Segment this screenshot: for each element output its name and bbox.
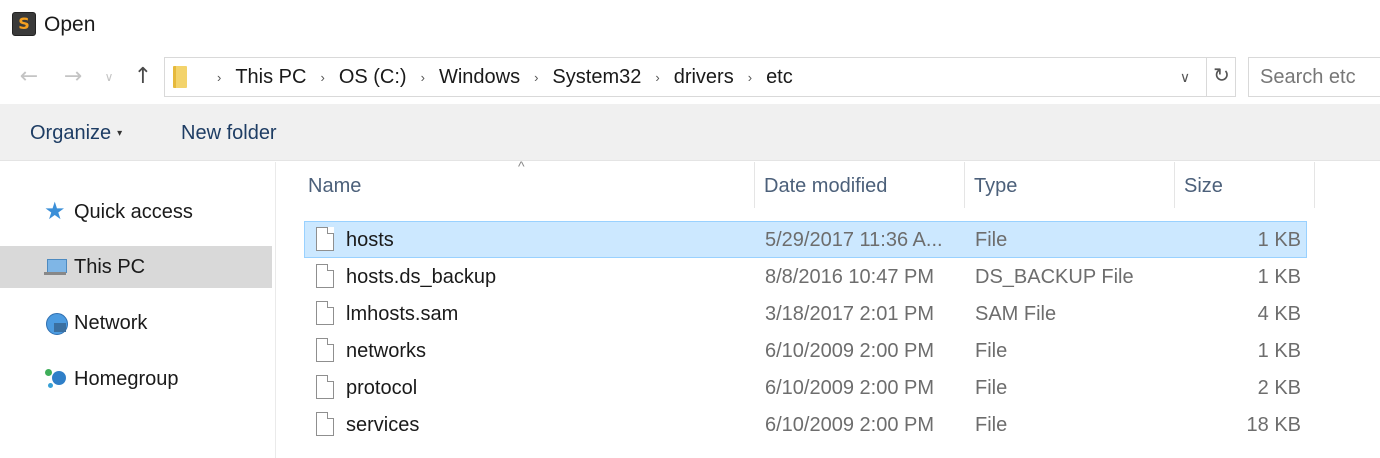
file-size: 1 KB [1257,340,1301,362]
file-row-hosts-ds-backup[interactable]: hosts.ds_backup 8/8/2016 10:47 PM DS_BAC… [304,258,1307,295]
file-row-services[interactable]: services 6/10/2009 2:00 PM File 18 KB [304,406,1307,443]
file-date-modified: 3/18/2017 2:01 PM [765,303,935,325]
forward-arrow-icon[interactable]: → [58,62,88,92]
breadcrumb-os-c[interactable]: OS (C:) [339,66,407,89]
breadcrumb-separator-icon[interactable]: › [748,70,752,85]
breadcrumb-separator-icon[interactable]: › [655,70,659,85]
title-bar: Open [0,0,1380,50]
sidebar-item-homegroup[interactable]: Homegroup [0,358,272,400]
file-list: ^ Name Date modified Type Size hosts 5/2… [276,158,1380,458]
file-icon [316,338,334,362]
column-header-date-modified[interactable]: Date modified [756,162,965,208]
window-title: Open [44,13,96,36]
breadcrumb-separator-icon[interactable]: › [320,70,324,85]
file-row-networks[interactable]: networks 6/10/2009 2:00 PM File 1 KB [304,332,1307,369]
breadcrumb-windows[interactable]: Windows [439,66,520,89]
recent-locations-chevron-icon[interactable]: ∨ [94,62,124,92]
file-name: hosts.ds_backup [346,266,497,288]
organize-button[interactable]: Organize ▾ [30,122,122,145]
breadcrumb-etc[interactable]: etc [766,66,793,89]
folder-icon [173,66,187,88]
computer-icon [44,255,68,279]
command-bar: Organize ▾ New folder [0,104,1380,161]
file-date-modified: 8/8/2016 10:47 PM [765,266,935,288]
homegroup-icon [44,367,68,391]
file-size: 4 KB [1257,303,1301,325]
column-header-name[interactable]: Name [300,162,755,208]
file-name: lmhosts.sam [346,303,459,325]
file-name: hosts [346,229,394,251]
sidebar-item-this-pc[interactable]: This PC [0,246,272,288]
file-icon [316,412,334,436]
sidebar-item-label: Quick access [74,200,193,223]
column-header-size[interactable]: Size [1176,162,1315,208]
search-box[interactable] [1248,57,1380,97]
back-arrow-icon[interactable]: ← [14,62,44,92]
breadcrumb-this-pc[interactable]: This PC [235,66,306,89]
file-icon [316,375,334,399]
file-row-protocol[interactable]: protocol 6/10/2009 2:00 PM File 2 KB [304,369,1307,406]
file-size: 2 KB [1257,377,1301,399]
organize-label: Organize [30,122,112,144]
file-icon [316,227,334,251]
sidebar-item-label: Homegroup [74,367,179,390]
up-arrow-icon[interactable]: ↑ [128,62,158,92]
column-header-type[interactable]: Type [966,162,1175,208]
file-date-modified: 5/29/2017 11:36 A... [765,229,943,251]
file-type: File [975,414,1008,436]
file-icon [316,301,334,325]
file-size: 1 KB [1257,229,1301,251]
address-bar[interactable]: › This PC › OS (C:) › Windows › System32… [164,57,1236,97]
sublime-text-icon [12,12,36,36]
sidebar-item-label: This PC [74,255,146,278]
file-type: File [975,340,1008,362]
file-type: SAM File [975,303,1057,325]
file-row-hosts[interactable]: hosts 5/29/2017 11:36 A... File 1 KB [304,221,1307,258]
breadcrumb: › This PC › OS (C:) › Windows › System32… [203,58,793,96]
breadcrumb-system32[interactable]: System32 [552,66,641,89]
sidebar-item-label: Network [74,311,148,334]
file-icon [316,264,334,288]
sidebar-item-quick-access[interactable]: Quick access [0,191,272,233]
sidebar-item-network[interactable]: Network [0,302,272,344]
file-name: networks [346,340,427,362]
search-input[interactable] [1249,58,1380,96]
file-size: 18 KB [1246,414,1301,436]
file-name: protocol [346,377,418,399]
file-date-modified: 6/10/2009 2:00 PM [765,414,935,436]
breadcrumb-separator-icon[interactable]: › [421,70,425,85]
file-name: services [346,414,420,436]
file-type: DS_BACKUP File [975,266,1134,288]
file-size: 1 KB [1257,266,1301,288]
breadcrumb-separator-icon[interactable]: › [534,70,538,85]
breadcrumb-separator-icon[interactable]: › [217,70,221,85]
file-row-lmhosts-sam[interactable]: lmhosts.sam 3/18/2017 2:01 PM SAM File 4… [304,295,1307,332]
file-date-modified: 6/10/2009 2:00 PM [765,377,935,399]
file-type: File [975,377,1008,399]
address-history-chevron-icon[interactable]: ∨ [1175,66,1195,88]
caret-down-icon: ▾ [117,128,123,139]
breadcrumb-drivers[interactable]: drivers [674,66,734,89]
navigation-pane: Quick access This PC Network Homegroup [0,162,276,458]
file-date-modified: 6/10/2009 2:00 PM [765,340,935,362]
new-folder-button[interactable]: New folder [181,122,277,145]
refresh-icon[interactable]: ↻ [1206,57,1236,97]
network-icon [44,311,68,335]
file-type: File [975,229,1008,251]
star-icon [44,197,68,225]
